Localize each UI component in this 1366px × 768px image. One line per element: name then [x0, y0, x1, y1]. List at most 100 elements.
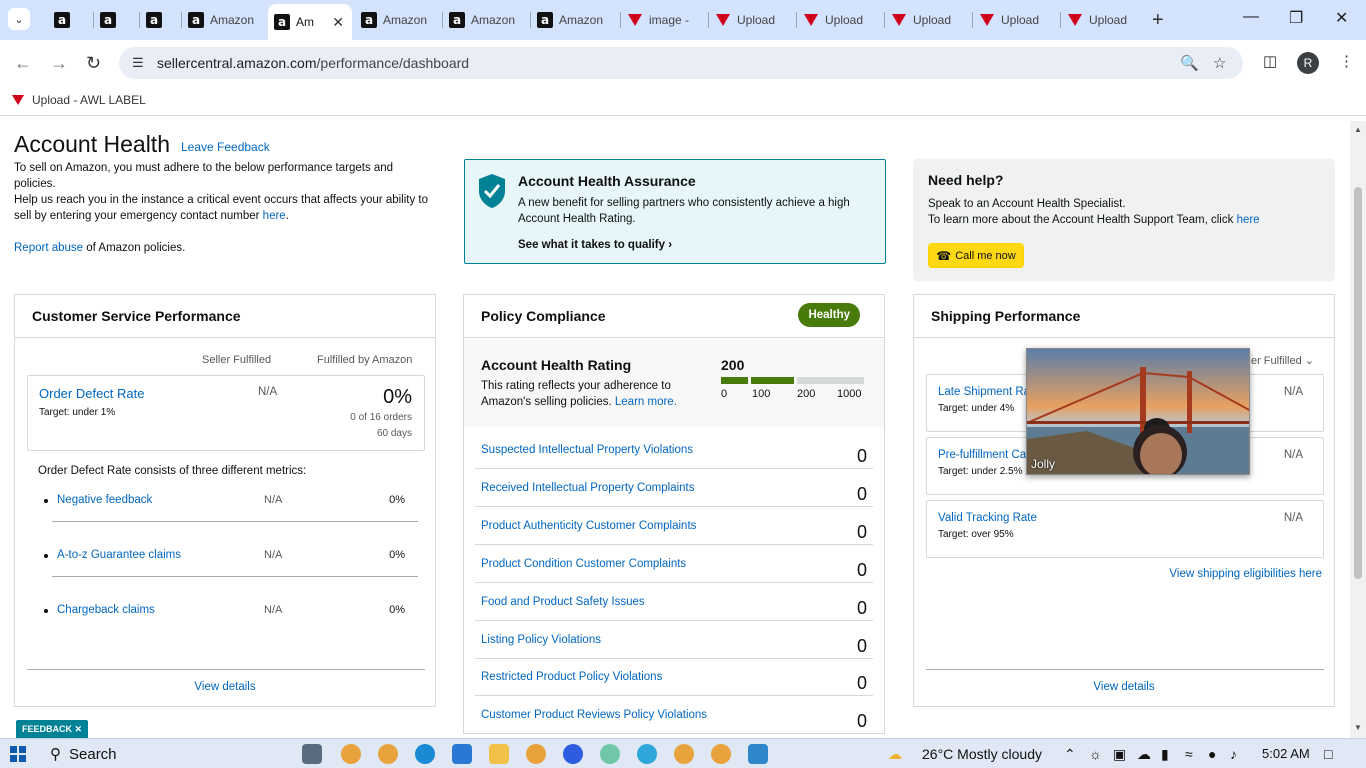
bookmark-upload-awl[interactable]: Upload - AWL LABEL	[12, 93, 146, 107]
browser-tab[interactable]: Upload	[797, 6, 883, 34]
see-what-it-takes-link[interactable]: See what it takes to qualify ›	[518, 239, 672, 251]
scroll-down-icon[interactable]: ▼	[1354, 723, 1362, 732]
task-view-icon[interactable]	[302, 744, 322, 764]
browser-tab[interactable]: a Amazon	[531, 6, 619, 34]
telegram-icon[interactable]	[637, 744, 657, 764]
metric-link[interactable]: A-to-z Guarantee claims	[57, 549, 181, 561]
browser-tab[interactable]: a Amazon	[443, 6, 529, 34]
video-call-overlay[interactable]: Jolly	[1026, 348, 1250, 475]
policy-link[interactable]: Product Authenticity Customer Complaints	[481, 520, 696, 532]
tab-search-chevron-icon[interactable]: ⌄	[8, 8, 30, 30]
meet-icon[interactable]: ▣	[1113, 746, 1126, 763]
slack-icon[interactable]	[600, 744, 620, 764]
show-hidden-icons-icon[interactable]: ⌃	[1064, 746, 1076, 763]
feedback-tab[interactable]: FEEDBACK ✕	[16, 720, 89, 738]
browser-tab[interactable]: Upload	[973, 6, 1059, 34]
policy-link[interactable]: Restricted Product Policy Violations	[481, 671, 662, 683]
browser-tab[interactable]: Upload	[709, 6, 795, 34]
taskbar-search[interactable]: ⚲ Search	[50, 745, 117, 763]
shipping-metric-link[interactable]: Pre-fulfillment Ca	[938, 449, 1026, 461]
browser-tab[interactable]: a	[94, 6, 138, 34]
rating-title: Account Health Rating	[481, 357, 632, 373]
edge-icon[interactable]	[415, 744, 435, 764]
browser-tab[interactable]: a	[140, 6, 180, 34]
browser-tab[interactable]: a	[48, 6, 92, 34]
browser-tab[interactable]: Upload	[1061, 6, 1147, 34]
policy-link[interactable]: Food and Product Safety Issues	[481, 596, 645, 608]
scroll-thumb[interactable]	[1354, 187, 1362, 579]
clock[interactable]: 5:02 AM	[1262, 746, 1310, 761]
browser-tab[interactable]: a Amazon	[355, 6, 441, 34]
wifi-icon[interactable]: ≈	[1185, 746, 1193, 762]
browser-tab[interactable]: Upload	[885, 6, 971, 34]
tab-title: Upload	[825, 13, 864, 27]
leave-feedback-link[interactable]: Leave Feedback	[181, 140, 270, 154]
chrome-icon[interactable]	[674, 744, 694, 764]
microphone-icon[interactable]: ●	[1208, 746, 1216, 762]
network-icon[interactable]: ☼	[1089, 746, 1102, 762]
notepad-icon[interactable]	[748, 744, 768, 764]
side-panel-icon[interactable]: ◫	[1263, 52, 1277, 70]
zoom-icon[interactable]	[563, 744, 583, 764]
shipping-metric-link[interactable]: Valid Tracking Rate	[938, 512, 1037, 524]
kebab-menu-icon[interactable]: ⋮	[1339, 52, 1354, 70]
reload-icon[interactable]: ↻	[86, 53, 101, 74]
page-scrollbar[interactable]: ▲ ▼	[1350, 121, 1366, 738]
customer-service-card: Customer Service Performance Seller Fulf…	[14, 294, 436, 707]
learn-more-link[interactable]: Learn more.	[615, 396, 677, 408]
fulfillment-dropdown[interactable]: er Fulfilled ⌄	[1251, 354, 1314, 367]
close-tab-icon[interactable]: ✕	[332, 14, 344, 31]
chrome-icon[interactable]	[341, 744, 361, 764]
target-value: : under 4%	[965, 403, 1015, 414]
shipping-metric-link[interactable]: Late Shipment Ra	[938, 386, 1030, 398]
weather-text[interactable]: 26°C Mostly cloudy	[922, 746, 1042, 762]
view-details-link[interactable]: View details	[914, 681, 1334, 693]
notifications-icon[interactable]: □	[1324, 746, 1332, 762]
back-arrow-icon[interactable]: ←	[14, 53, 32, 74]
volume-icon[interactable]: ♪	[1230, 746, 1237, 762]
forward-arrow-icon[interactable]: →	[50, 53, 68, 74]
bookmark-star-icon[interactable]: ☆	[1213, 54, 1226, 72]
tab-title: Upload	[913, 13, 952, 27]
policy-link[interactable]: Received Intellectual Property Complaint…	[481, 482, 695, 494]
chrome-icon[interactable]	[378, 744, 398, 764]
chrome-icon[interactable]	[711, 744, 731, 764]
tab-title: Amazon	[471, 13, 516, 27]
emergency-contact-link[interactable]: here	[263, 210, 286, 222]
address-bar[interactable]: ☰ sellercentral.amazon.com/performance/d…	[119, 47, 1243, 79]
browser-tab[interactable]: image -	[621, 6, 707, 34]
support-team-link[interactable]: here	[1237, 214, 1260, 226]
report-abuse-link[interactable]: Report abuse	[14, 242, 83, 254]
restore-icon[interactable]: ❐	[1289, 8, 1303, 28]
policy-link[interactable]: Customer Product Reviews Policy Violatio…	[481, 709, 707, 721]
shipping-eligibilities-link[interactable]: View shipping eligibilities here	[1169, 568, 1322, 580]
call-me-now-button[interactable]: ☎ Call me now	[928, 243, 1024, 268]
metric-link[interactable]: Negative feedback	[57, 494, 152, 506]
assurance-text: A new benefit for selling partners who c…	[518, 197, 850, 225]
windows-start-icon[interactable]	[10, 746, 26, 762]
site-info-icon[interactable]: ☰	[132, 55, 144, 71]
order-defect-rate-link[interactable]: Order Defect Rate	[39, 386, 145, 401]
policy-link[interactable]: Suspected Intellectual Property Violatio…	[481, 444, 693, 456]
battery-icon[interactable]: ▮	[1161, 746, 1169, 763]
minimize-icon[interactable]: —	[1243, 8, 1259, 26]
zoom-magnifier-icon[interactable]: 🔍	[1180, 54, 1199, 72]
browser-tab[interactable]: a Am ✕	[268, 4, 352, 40]
chrome-icon[interactable]	[526, 744, 546, 764]
policy-link[interactable]: Listing Policy Violations	[481, 634, 601, 646]
profile-avatar[interactable]: R	[1297, 52, 1319, 74]
metric-amazon: 0%	[389, 549, 405, 561]
awl-logo-icon	[979, 12, 995, 28]
close-window-icon[interactable]: ✕	[1335, 8, 1348, 28]
close-icon[interactable]: ✕	[75, 724, 83, 734]
new-tab-plus-icon[interactable]: +	[1152, 9, 1164, 32]
metric-link[interactable]: Chargeback claims	[57, 604, 155, 616]
store-icon[interactable]	[452, 744, 472, 764]
policy-link[interactable]: Product Condition Customer Complaints	[481, 558, 686, 570]
view-details-link[interactable]: View details	[15, 681, 435, 693]
browser-tab[interactable]: a Amazon	[182, 6, 266, 34]
onedrive-icon[interactable]: ☁	[1137, 746, 1151, 763]
scroll-up-icon[interactable]: ▲	[1354, 125, 1362, 134]
tab-title: image -	[649, 13, 690, 27]
file-explorer-icon[interactable]	[489, 744, 509, 764]
